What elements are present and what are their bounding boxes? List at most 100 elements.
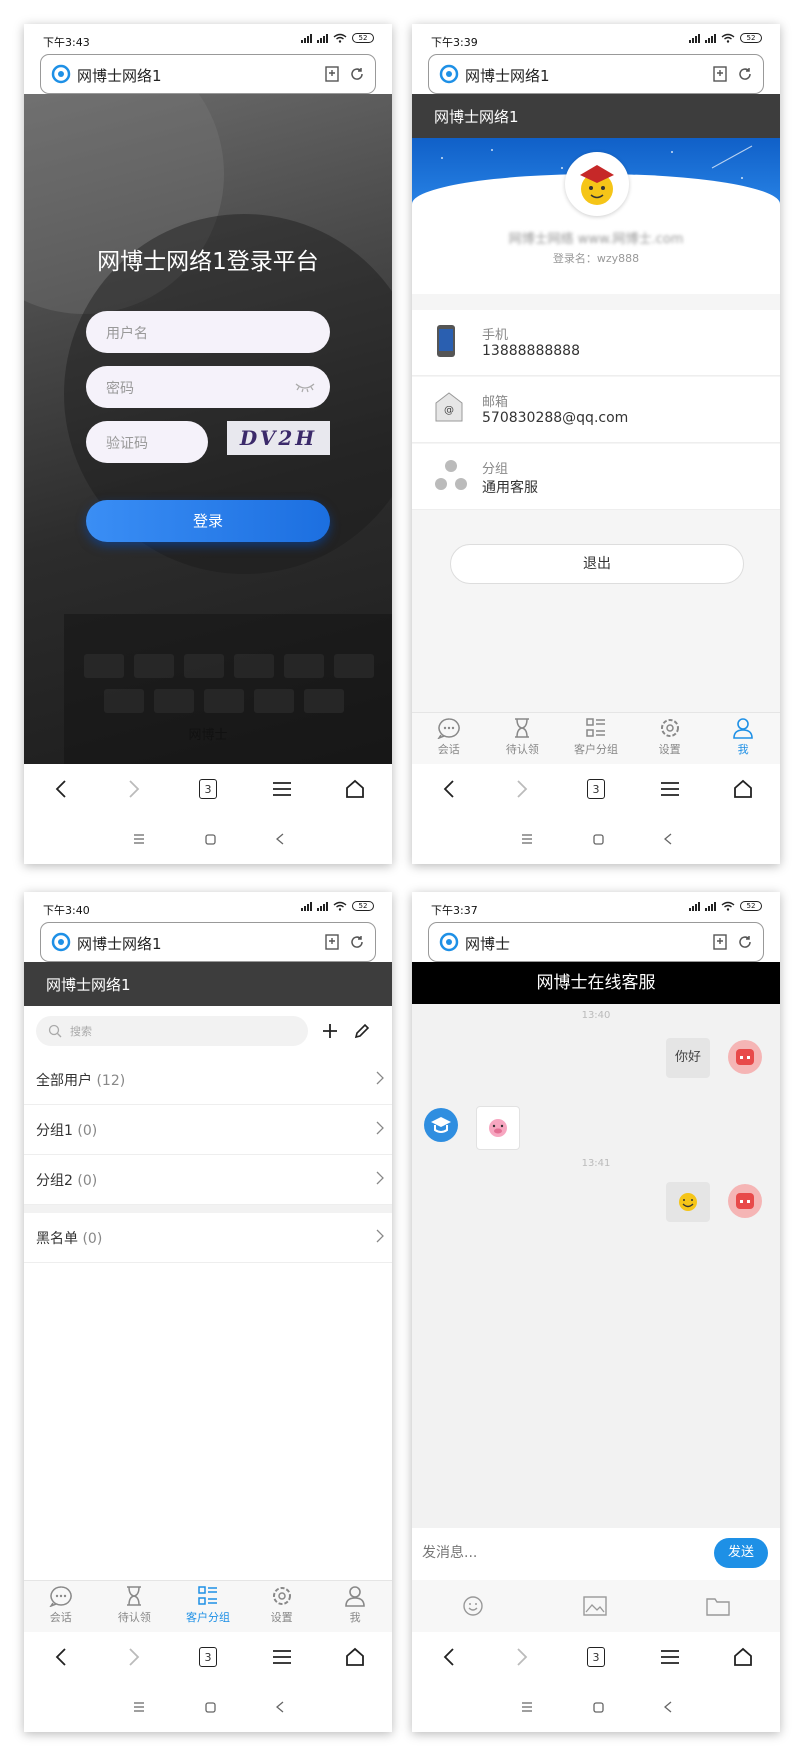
back-triangle-icon[interactable] <box>663 833 672 845</box>
captcha-input[interactable]: 验证码 <box>86 421 208 463</box>
browser-nav-bar: 3 <box>412 1632 780 1682</box>
chat-screen: 下午3:37 52 网博士 网博士在线客服 13:40 你好 13:41 发消息… <box>412 892 780 1732</box>
message-input[interactable]: 发消息... <box>422 1542 682 1562</box>
tab-label: 客户分组 <box>185 1611 230 1624</box>
forward-icon[interactable] <box>502 1642 542 1672</box>
tabs-button[interactable]: 3 <box>576 1642 616 1672</box>
emoji-icon <box>679 1193 697 1211</box>
bottom-tab-bar: 会话 待认领 客户分组 设置 我 <box>412 712 780 764</box>
home-icon[interactable] <box>723 1642 763 1672</box>
address-bar[interactable]: 网博士网络1 <box>428 54 764 94</box>
home-square-icon[interactable] <box>204 833 216 845</box>
tab-me[interactable]: 我 <box>318 1581 392 1632</box>
refresh-icon[interactable] <box>349 66 365 82</box>
list-item[interactable]: 黑名单 (0) <box>24 1213 392 1263</box>
message-list[interactable]: 13:40 你好 13:41 <box>412 1004 780 1528</box>
address-bar[interactable]: 网博士网络1 <box>40 922 376 962</box>
bookmark-icon[interactable] <box>325 66 339 82</box>
wifi-icon <box>333 33 347 43</box>
tabs-button[interactable]: 3 <box>188 774 228 804</box>
menu-icon[interactable] <box>262 1642 302 1672</box>
bookmark-icon[interactable] <box>713 66 727 82</box>
tab-pending[interactable]: 待认领 <box>486 713 560 764</box>
back-triangle-icon[interactable] <box>663 1701 672 1713</box>
recent-apps-icon[interactable] <box>133 834 145 844</box>
forward-icon[interactable] <box>114 1642 154 1672</box>
home-square-icon[interactable] <box>204 1701 216 1713</box>
image-icon[interactable] <box>583 1596 607 1616</box>
signal-icon <box>705 901 716 911</box>
home-icon[interactable] <box>335 774 375 804</box>
bookmark-icon[interactable] <box>713 934 727 950</box>
home-icon[interactable] <box>335 1642 375 1672</box>
status-bar: 下午3:37 52 <box>412 892 780 922</box>
chat-toolbar <box>412 1580 780 1632</box>
recent-apps-icon[interactable] <box>521 834 533 844</box>
tab-groups[interactable]: 客户分组 <box>559 713 633 764</box>
list-item[interactable]: 分组2 (0) <box>24 1155 392 1205</box>
logout-button[interactable]: 退出 <box>450 544 744 584</box>
row-label: 邮箱 <box>482 395 509 410</box>
system-nav-bar <box>24 1682 392 1732</box>
home-icon[interactable] <box>723 774 763 804</box>
browser-nav-bar: 3 <box>24 1632 392 1682</box>
address-bar[interactable]: 网博士 <box>428 922 764 962</box>
tabs-button[interactable]: 3 <box>188 1642 228 1672</box>
app-header: 网博士网络1 <box>412 94 780 138</box>
send-button[interactable]: 发送 <box>714 1538 768 1568</box>
search-input[interactable]: 搜索 <box>36 1016 308 1046</box>
add-icon[interactable] <box>322 1023 338 1039</box>
folder-icon[interactable] <box>706 1596 731 1616</box>
timestamp: 13:41 <box>581 1158 611 1169</box>
tab-settings[interactable]: 设置 <box>245 1581 319 1632</box>
tab-me[interactable]: 我 <box>706 713 780 764</box>
tab-label: 设置 <box>658 743 681 756</box>
back-triangle-icon[interactable] <box>275 1701 284 1713</box>
bookmark-icon[interactable] <box>325 934 339 950</box>
forward-icon[interactable] <box>114 774 154 804</box>
hourglass-icon <box>515 718 530 738</box>
login-button[interactable]: 登录 <box>86 500 330 542</box>
back-icon[interactable] <box>429 1642 469 1672</box>
page-title: 网博士网络1 <box>77 935 162 953</box>
back-icon[interactable] <box>41 774 81 804</box>
tabs-button[interactable]: 3 <box>576 774 616 804</box>
tab-groups[interactable]: 客户分组 <box>171 1581 245 1632</box>
login-screen: 下午3:43 52 网博士网络1 网博士网络1登录平台 用户名 密码 验证码 D… <box>24 24 392 864</box>
edit-icon[interactable] <box>354 1023 370 1039</box>
menu-icon[interactable] <box>650 1642 690 1672</box>
forward-icon[interactable] <box>502 774 542 804</box>
refresh-icon[interactable] <box>737 934 753 950</box>
tab-settings[interactable]: 设置 <box>633 713 707 764</box>
row-value: 通用客服 <box>482 480 538 496</box>
username-input[interactable]: 用户名 <box>86 311 330 353</box>
address-bar[interactable]: 网博士网络1 <box>40 54 376 94</box>
home-square-icon[interactable] <box>592 833 604 845</box>
recent-apps-icon[interactable] <box>521 1702 533 1712</box>
home-square-icon[interactable] <box>592 1701 604 1713</box>
recent-apps-icon[interactable] <box>133 1702 145 1712</box>
back-triangle-icon[interactable] <box>275 833 284 845</box>
emoji-picker-icon[interactable] <box>462 1595 484 1617</box>
back-icon[interactable] <box>41 1642 81 1672</box>
tab-label: 会话 <box>49 1611 72 1624</box>
tab-pending[interactable]: 待认领 <box>98 1581 172 1632</box>
refresh-icon[interactable] <box>737 66 753 82</box>
list-item[interactable]: 全部用户 (12) <box>24 1055 392 1105</box>
mail-icon: @ <box>435 392 463 422</box>
menu-icon[interactable] <box>650 774 690 804</box>
tab-chat[interactable]: 会话 <box>24 1581 98 1632</box>
eye-closed-icon[interactable] <box>294 381 316 393</box>
captcha-image[interactable]: DV2H <box>227 421 330 455</box>
list-item[interactable]: 分组1 (0) <box>24 1105 392 1155</box>
refresh-icon[interactable] <box>349 934 365 950</box>
chat-icon <box>437 718 460 739</box>
back-icon[interactable] <box>429 774 469 804</box>
tab-chat[interactable]: 会话 <box>412 713 486 764</box>
menu-icon[interactable] <box>262 774 302 804</box>
password-input[interactable]: 密码 <box>86 366 330 408</box>
tab-label: 会话 <box>437 743 460 756</box>
app-header: 网博士网络1 <box>24 962 392 1006</box>
bottom-tab-bar: 会话 待认领 客户分组 设置 我 <box>24 1580 392 1632</box>
chat-title: 网博士在线客服 <box>412 962 780 1004</box>
